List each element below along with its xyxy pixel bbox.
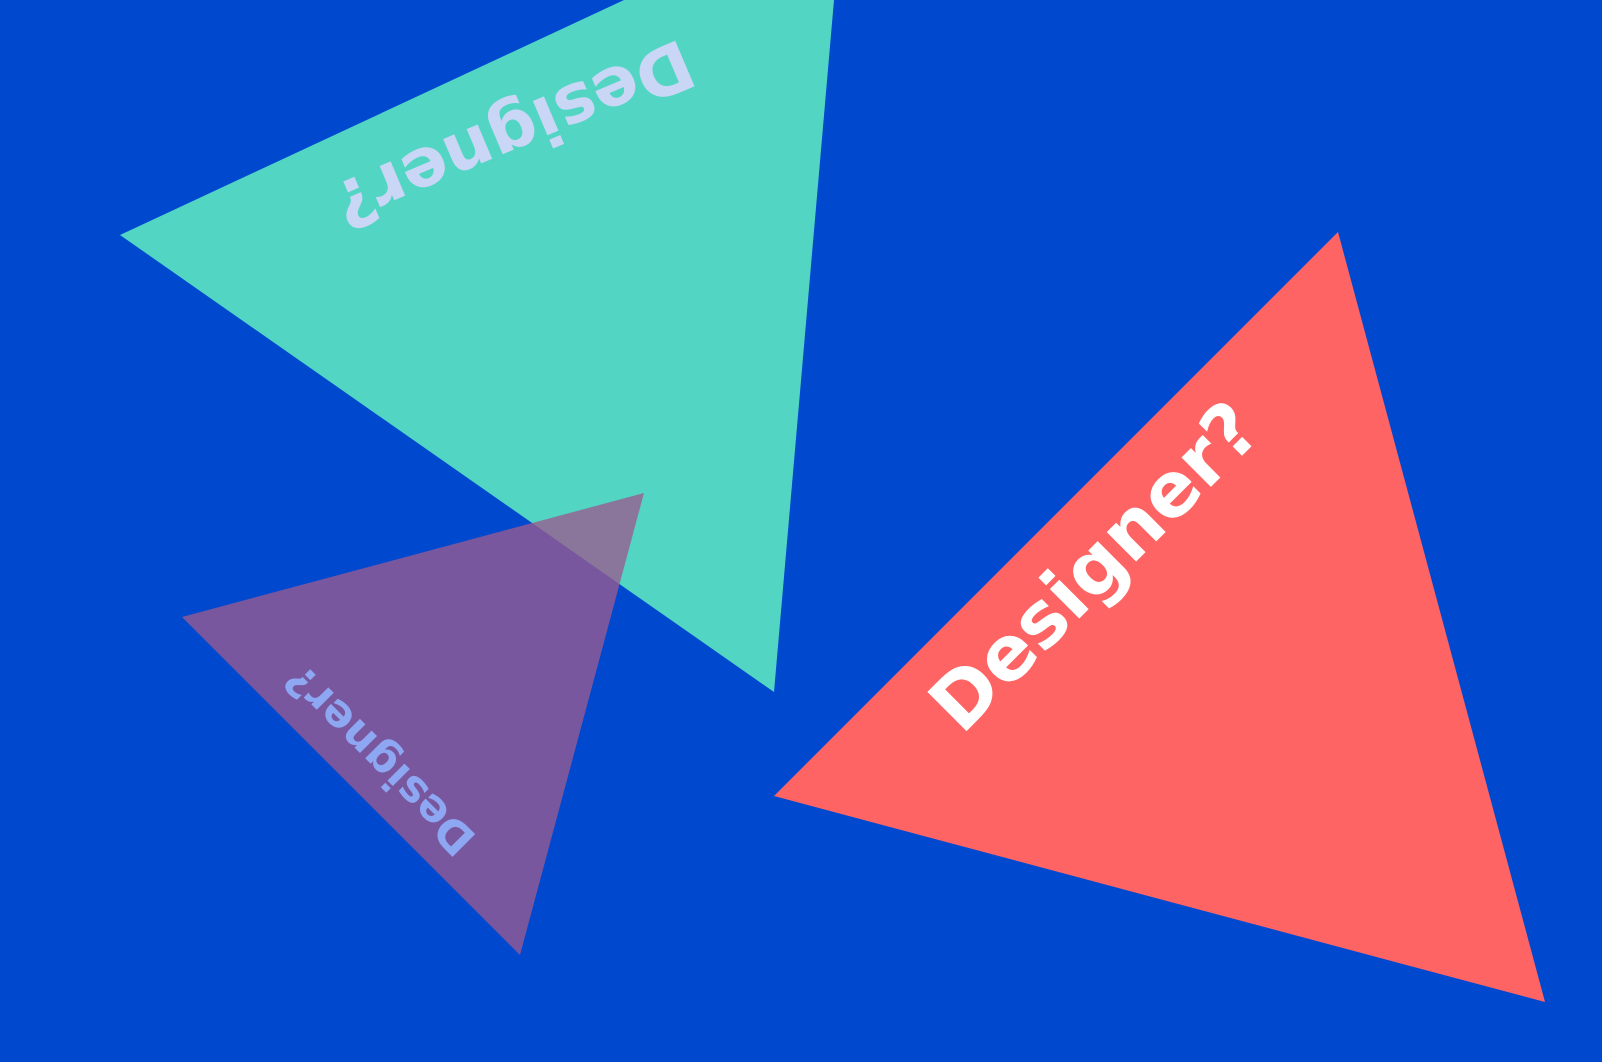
poster-canvas: Designer? Designer? Designer?: [0, 0, 1602, 1062]
poster-artwork: Designer? Designer? Designer?: [0, 0, 1602, 1062]
